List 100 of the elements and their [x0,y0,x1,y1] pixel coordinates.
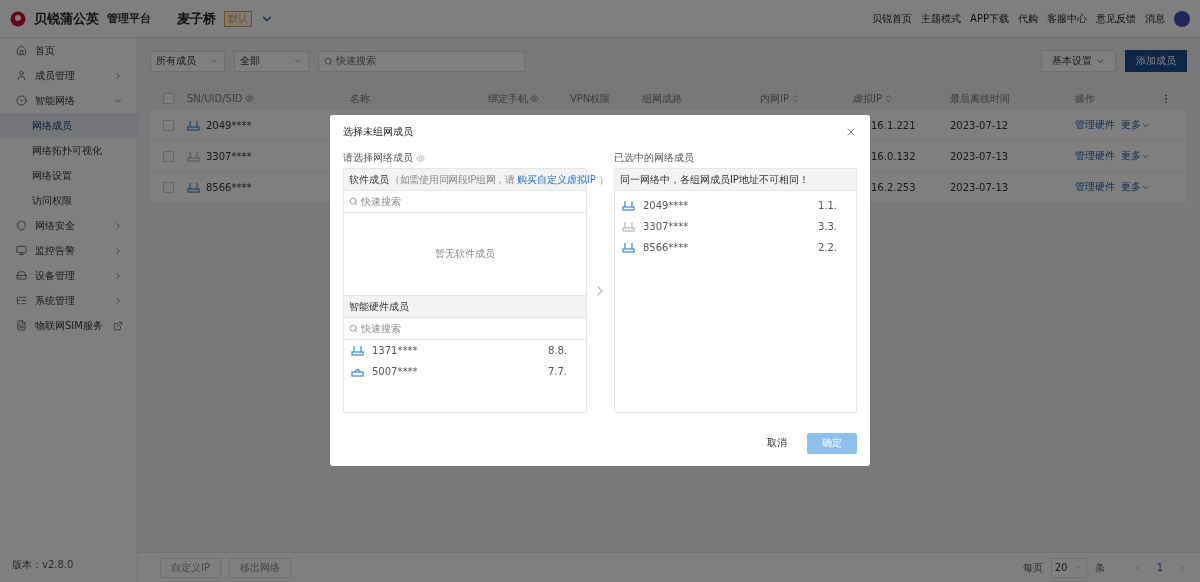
eye-icon[interactable] [530,94,539,103]
sidebar-item[interactable]: 成员管理 [0,63,137,88]
sort-icon[interactable] [884,94,893,103]
chevron-right-icon [113,220,123,231]
table-cell: 8566**** [206,181,252,193]
notice-text: 同一网络中，各组网成员IP地址不可相同！ [619,172,809,187]
chevron-right-icon [113,245,123,256]
version-text: 版本：v2.8.0 [11,558,75,572]
table-cell-text: 16.0.132 [870,150,917,162]
panel-label: 请选择网络成员 [343,151,413,165]
search-field[interactable]: 快速搜索 [344,318,586,340]
per-page-label: 每页 [1022,560,1043,575]
cancel-button[interactable]: 取消 [761,432,793,454]
filter-select[interactable]: 所有成员 [150,50,225,72]
table-cell-text: 16.1.221 [870,119,917,131]
page-button[interactable]: 1 [1150,562,1169,573]
panel-label: 已选中的网络成员 [613,151,694,165]
menu-icon [16,320,27,331]
sidebar-item[interactable]: 首页 [0,38,137,63]
brand-name: 贝锐蒲公英 [34,9,99,28]
dialog-title: 选择未组网成员 [343,125,413,139]
action-link[interactable]: 管理硬件 [1075,180,1115,194]
eye-icon[interactable] [416,153,425,163]
checkbox[interactable] [163,150,174,162]
nav-link[interactable]: 贝锐首页 [872,11,913,26]
action-link[interactable]: 管理硬件 [1075,149,1115,163]
member-item[interactable]: 3307**** 3.3. [614,216,856,237]
sidebar-subitem[interactable]: 网络设置 [0,163,137,188]
sidebar-item[interactable]: 网络安全 [0,213,137,238]
avatar[interactable] [1174,10,1190,27]
sort-icon[interactable] [791,94,800,103]
checkbox[interactable] [163,119,174,131]
table-cell-text: 2023-07-13 [950,181,1010,193]
member-item[interactable]: 2049**** 1.1. [614,195,856,216]
search-field[interactable]: 快速搜索 [344,191,586,213]
sidebar-item[interactable]: 系统管理 [0,288,137,313]
search-icon [324,56,333,66]
unit-label: 条 [1094,560,1105,575]
menu-icon [16,45,27,56]
table-cell-text: 16.2.253 [870,181,917,193]
nav-link[interactable]: 客服中心 [1047,11,1087,26]
checkbox[interactable] [163,181,174,193]
nav-link[interactable]: 消息 [1145,11,1165,26]
network-name: 麦子桥 [177,9,216,28]
sidebar-subitem[interactable]: 网络成员 [0,113,137,138]
sidebar-item[interactable]: 物联网SIM服务 [0,313,137,338]
nav-link[interactable]: APP下载 [970,11,1009,26]
chevron-right-icon [113,70,123,81]
member-item[interactable]: 1371**** 8.8. [344,340,586,361]
caret-icon [293,56,303,66]
page-size-select[interactable]: 20 [1050,557,1087,578]
sidebar-subitem[interactable]: 访问权限 [0,188,137,213]
buy-ip-link[interactable]: 购买自定义虚拟IP [516,172,596,187]
close-icon[interactable] [845,126,857,138]
logo-icon [10,10,26,27]
sidebar-item[interactable]: 设备管理 [0,263,137,288]
default-badge: 默认 [224,10,252,27]
more-link[interactable]: 更多 [1121,149,1150,163]
chevron-right-icon [113,295,123,306]
search-icon [349,324,358,333]
caret-icon [209,56,219,66]
nav-link[interactable]: 意见反馈 [1096,11,1136,26]
table-cell-text: 2023-07-12 [950,119,1010,131]
platform-name: 管理平台 [107,11,151,26]
chevron-right-icon [113,270,123,281]
menu-icon [16,95,27,106]
nav-link[interactable]: 代购 [1018,11,1038,26]
external-link-icon [113,320,123,331]
eye-icon[interactable] [244,94,254,103]
section-title: 智能硬件成员 [349,299,409,314]
section-title: 软件成员 [349,172,389,187]
sidebar-item[interactable]: 监控告警 [0,238,137,263]
nav-link[interactable]: 主题模式 [921,11,962,26]
more-link[interactable]: 更多 [1121,180,1150,194]
empty-text: 暂无软件成员 [435,247,495,261]
member-item[interactable]: 8566**** 2.2. [614,237,856,258]
add-member-button[interactable]: 添加成员 [1125,50,1187,72]
search-icon [349,197,358,206]
menu-icon [16,245,27,256]
caret-icon [1073,563,1083,572]
search-field[interactable]: 快速搜索 [318,50,525,72]
filter-select[interactable]: 全部 [234,50,309,72]
column-header: SN/UID/SID [187,93,350,104]
menu-icon [16,70,27,81]
hint-text: （如需使用同网段IP组网，请 [390,172,515,187]
hint-text: ） [598,172,609,187]
checkbox[interactable] [163,93,174,104]
next-page-icon[interactable] [1177,562,1187,573]
menu-icon [16,270,27,281]
sidebar-subitem[interactable]: 网络拓扑可视化 [0,138,137,163]
table-cell-text: 2023-07-13 [950,150,1010,162]
table-cell: 2049**** [206,119,252,131]
menu-icon [16,295,27,306]
settings-button[interactable]: 基本设置 [1041,50,1116,72]
member-item[interactable]: 5007**** 7.7. [344,361,586,382]
action-link[interactable]: 管理硬件 [1075,118,1115,132]
sidebar-item[interactable]: 智能网络 [0,88,137,113]
menu-icon [16,220,27,231]
more-link[interactable]: 更多 [1121,118,1150,132]
table-cell: 3307**** [206,150,252,162]
